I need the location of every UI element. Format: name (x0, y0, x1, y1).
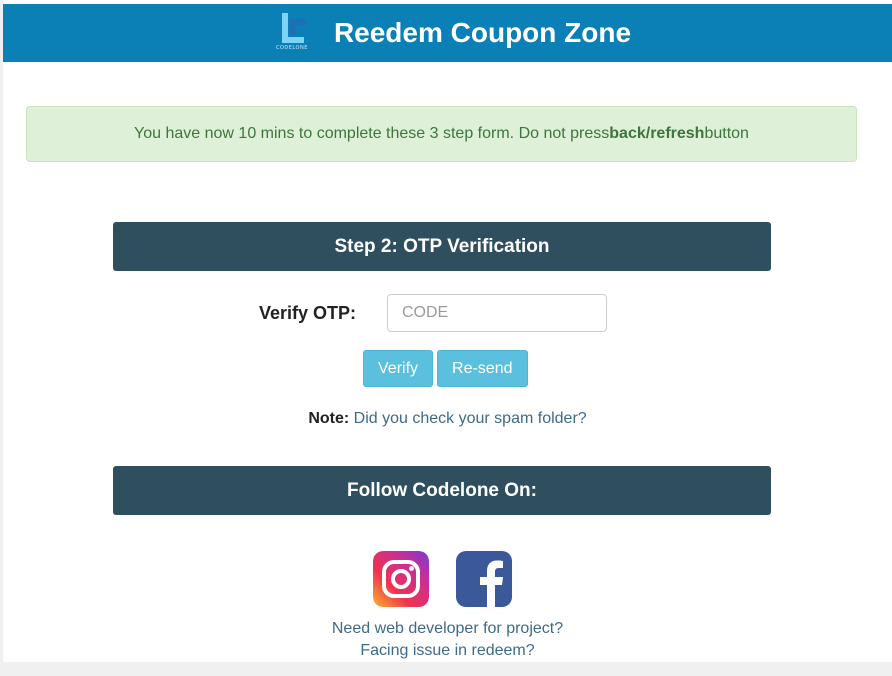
resend-button[interactable]: Re-send (437, 350, 528, 387)
page: CODELONE Reedem Coupon Zone You have now… (3, 0, 892, 662)
instagram-icon[interactable] (373, 551, 429, 607)
note-text: Did you check your spam folder? (349, 410, 587, 427)
developer-link[interactable]: Need web developer for project? (3, 620, 892, 638)
otp-label: Verify OTP: (259, 302, 357, 323)
codelone-logo: CODELONE (264, 11, 320, 55)
verify-button[interactable]: Verify (363, 350, 434, 387)
follow-heading: Follow Codelone On: (113, 466, 771, 515)
instagram-glyph-icon (373, 551, 429, 607)
logo-caption: CODELONE (275, 45, 308, 51)
alert-text: You have now 10 mins to complete these 3… (134, 125, 610, 142)
facebook-icon[interactable] (456, 551, 512, 607)
logo-mark-icon (281, 13, 306, 43)
otp-input[interactable] (387, 294, 607, 332)
alert-emphasis: back/refresh (609, 125, 705, 142)
facebook-glyph-icon (456, 551, 512, 607)
timer-alert: You have now 10 mins to complete these 3… (26, 106, 857, 162)
alert-text-end: button (704, 125, 749, 142)
header-bar: CODELONE Reedem Coupon Zone (3, 4, 892, 62)
note-label: Note: (308, 410, 350, 427)
spam-note: Note: Did you check your spam folder? (3, 410, 892, 428)
redeem-issue-link[interactable]: Facing issue in redeem? (3, 642, 892, 660)
otp-buttons: Verify Re-send (363, 350, 528, 387)
page-title: Reedem Coupon Zone (333, 17, 632, 48)
social-links (373, 551, 512, 607)
otp-row: Verify OTP: (259, 294, 607, 332)
step-heading: Step 2: OTP Verification (113, 222, 771, 271)
